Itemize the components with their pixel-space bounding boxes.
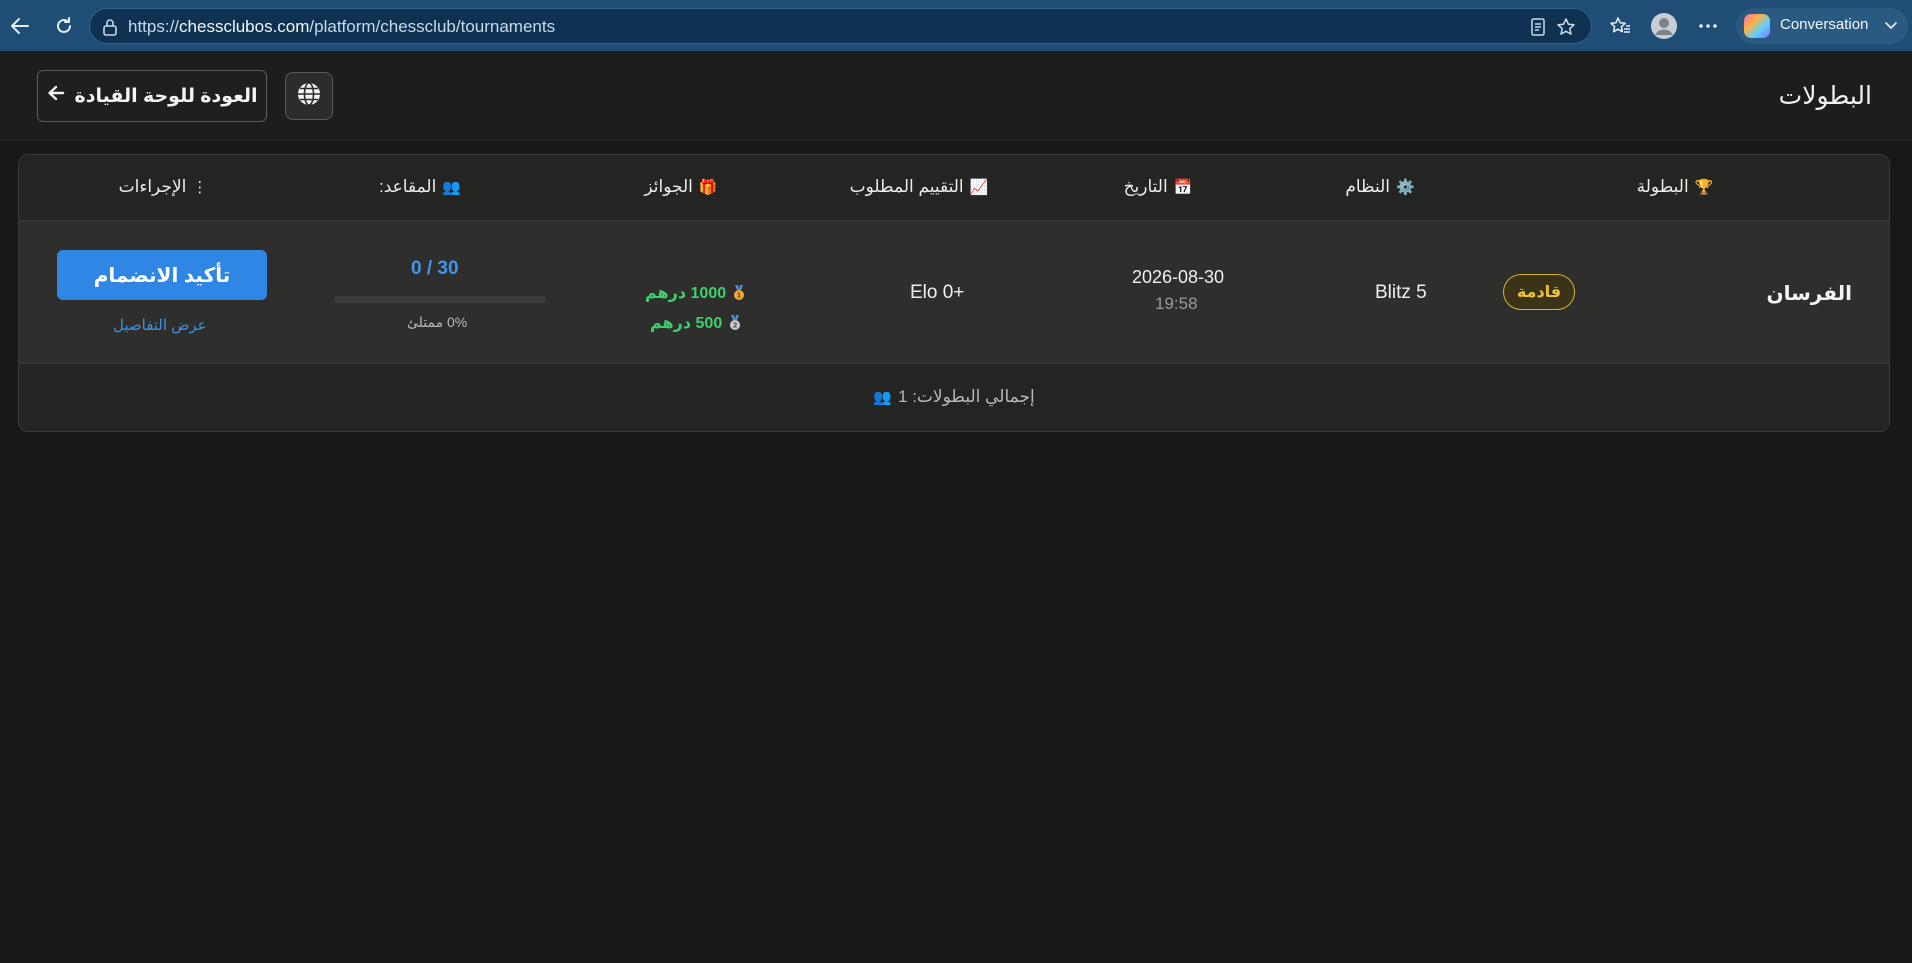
page-title: البطولات xyxy=(1778,82,1872,110)
lock-icon[interactable] xyxy=(102,18,118,41)
address-bar[interactable]: https://chessclubos.com/platform/chesscl… xyxy=(89,8,1592,44)
time-value: 19:58 xyxy=(1155,294,1198,313)
copilot-label: Conversation xyxy=(1780,16,1869,33)
confirm-join-button[interactable]: تأكيد الانضمام xyxy=(57,250,267,300)
url-host: chessclubos.com xyxy=(179,17,310,36)
rating-value: Elo 0+ xyxy=(910,282,965,303)
refresh-icon[interactable] xyxy=(48,10,80,42)
prize-amount: 1000 درهم xyxy=(645,285,727,302)
table-row: الفرسان قادمة Blitz 5 2026-08-30 19:58 E… xyxy=(19,221,1889,364)
page: البطولات العودة للوحة القيادة 🏆 البطولة … xyxy=(0,51,1912,963)
table-header: 🏆 البطولة ⚙️ النظام 📅 التاريخ 📈 التقييم … xyxy=(19,155,1889,221)
calendar-icon: 📅 xyxy=(1173,179,1193,196)
column-header-seats: 👥 المقاعد: xyxy=(379,177,461,197)
column-label: الإجراءات xyxy=(118,177,187,196)
column-label: النظام xyxy=(1345,177,1390,196)
profile-icon[interactable] xyxy=(1648,10,1680,42)
arrow-right-icon xyxy=(47,85,65,107)
chevron-down-icon[interactable] xyxy=(1884,18,1898,37)
svg-text:2: 2 xyxy=(733,322,738,330)
language-button[interactable] xyxy=(285,72,333,120)
column-label: البطولة xyxy=(1636,177,1689,196)
silver-medal-icon: 2 xyxy=(728,315,742,331)
prize-amount: 500 درهم xyxy=(650,315,723,332)
favorites-icon[interactable] xyxy=(1604,10,1636,42)
column-header-actions: ⋮ الإجراءات xyxy=(119,177,208,197)
fill-percentage: 0% ممتلئ xyxy=(407,314,468,330)
prize-second: 2 500 درهم xyxy=(650,313,742,333)
favorite-star-icon[interactable] xyxy=(1554,15,1578,39)
tournament-name: الفرسان xyxy=(1766,283,1852,305)
svg-text:1: 1 xyxy=(737,292,742,300)
seats-count: 0 / 30 xyxy=(411,258,459,279)
column-header-rating: 📈 التقييم المطلوب xyxy=(850,177,989,197)
seats-progress-bar xyxy=(334,296,546,303)
trophy-icon: 🏆 xyxy=(1694,179,1714,196)
column-label: التقييم المطلوب xyxy=(849,177,964,196)
browser-toolbar: https://chessclubos.com/platform/chesscl… xyxy=(0,0,1912,51)
page-header: البطولات العودة للوحة القيادة xyxy=(0,51,1912,141)
url-path: /platform/chessclub/tournaments xyxy=(309,17,556,36)
url-text: https://chessclubos.com/platform/chesscl… xyxy=(128,17,555,37)
view-details-link[interactable]: عرض التفاصيل xyxy=(113,316,207,334)
people-icon: 👥 xyxy=(442,179,461,196)
tournaments-table: 🏆 البطولة ⚙️ النظام 📅 التاريخ 📈 التقييم … xyxy=(18,154,1890,432)
back-arrow-icon[interactable] xyxy=(4,10,36,42)
column-header-date: 📅 التاريخ xyxy=(1124,177,1193,197)
column-header-tournament: 🏆 البطولة xyxy=(1637,177,1714,197)
copilot-button[interactable]: Conversation xyxy=(1736,8,1908,44)
back-button-label: العودة للوحة القيادة xyxy=(74,85,258,107)
more-icon[interactable] xyxy=(1692,10,1724,42)
globe-icon xyxy=(296,81,322,112)
url-prefix: https:// xyxy=(128,17,180,36)
column-label: التاريخ xyxy=(1123,177,1168,196)
gear-icon: ⚙️ xyxy=(1396,179,1415,196)
total-tournaments: إجمالي البطولات: 1 👥 xyxy=(873,387,1034,407)
back-to-dashboard-button[interactable]: العودة للوحة القيادة xyxy=(37,70,267,122)
gold-medal-icon: 1 xyxy=(732,285,746,301)
prize-first: 1 1000 درهم xyxy=(645,283,746,303)
gift-icon: 🎁 xyxy=(698,179,718,196)
date-value: 2026-08-30 xyxy=(1131,267,1225,287)
column-header-system: ⚙️ النظام xyxy=(1345,177,1414,197)
menu-dots-icon: ⋮ xyxy=(192,179,208,196)
status-badge: قادمة xyxy=(1503,274,1575,310)
table-footer: إجمالي البطولات: 1 👥 xyxy=(19,365,1889,431)
total-label: إجمالي البطولات: 1 xyxy=(898,387,1035,406)
reader-mode-icon[interactable] xyxy=(1526,15,1550,39)
column-label: المقاعد: xyxy=(379,177,437,196)
column-header-prizes: 🎁 الجوائز xyxy=(644,177,717,197)
people-icon: 👥 xyxy=(873,389,892,406)
copilot-icon xyxy=(1744,14,1770,38)
system-value: Blitz 5 xyxy=(1375,282,1427,303)
chart-icon: 📈 xyxy=(969,179,989,196)
column-label: الجوائز xyxy=(644,177,693,196)
